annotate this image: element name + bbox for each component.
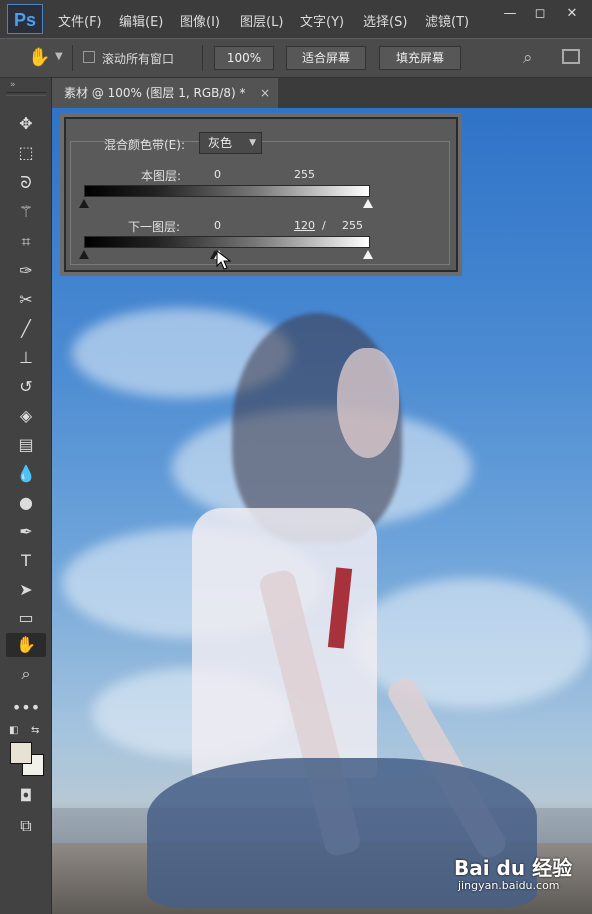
quick-mask-icon[interactable]: ◘ xyxy=(6,784,46,808)
tools-panel: » ✥ ⬚ ᘐ ⚚ ⌗ ✑ ✂ ╱ ⊥ ↺ ◈ ▤ 💧 ● ✒ T ➤ ▭ ✋ … xyxy=(0,78,52,914)
blend-if-channel-value: 灰色 xyxy=(208,136,233,150)
this-layer-black-value: 0 xyxy=(214,168,221,181)
underlying-white-value: 255 xyxy=(342,219,363,232)
underlying-layer-label: 下一图层: xyxy=(128,220,181,234)
close-window-button[interactable]: ✕ xyxy=(558,4,586,24)
gradient-icon[interactable]: ▤ xyxy=(6,433,46,457)
underlying-split-slash: / xyxy=(322,219,326,232)
expand-panel-icon[interactable]: » xyxy=(10,80,16,90)
lasso-icon[interactable]: ᘐ xyxy=(6,171,46,195)
more-tools-icon[interactable]: ••• xyxy=(6,698,46,717)
fit-screen-button[interactable]: 适合屏幕 xyxy=(286,46,366,70)
panel-grip[interactable] xyxy=(6,92,46,96)
chevron-down-icon[interactable]: ▼ xyxy=(55,51,63,62)
dodge-icon[interactable]: ● xyxy=(6,491,46,515)
move-icon[interactable]: ✥ xyxy=(6,112,46,136)
workspace-panel-icon[interactable] xyxy=(562,49,580,64)
separator xyxy=(72,45,73,71)
blend-if-channel-select[interactable]: 灰色 ▼ xyxy=(199,132,262,154)
separator xyxy=(202,45,203,71)
marquee-icon[interactable]: ⬚ xyxy=(6,141,46,165)
face-shape xyxy=(337,348,399,458)
hand-icon[interactable]: ✋ xyxy=(6,633,46,657)
menu-image[interactable]: 图像(I) xyxy=(180,11,220,30)
underlying-layer-gradient xyxy=(84,236,370,248)
magic-wand-icon[interactable]: ⚚ xyxy=(6,200,46,224)
this-layer-gradient xyxy=(84,185,370,197)
search-icon[interactable]: ⌕ xyxy=(523,48,533,68)
baidu-watermark-logo: Bai du 经验 xyxy=(454,856,573,880)
underlying-black-slider[interactable] xyxy=(79,250,89,259)
foreground-color-swatch[interactable] xyxy=(10,742,32,764)
underlying-split-value: 120 xyxy=(294,219,315,232)
swap-colors-icon[interactable]: ⇆ xyxy=(31,725,39,736)
document-tab-title: 素材 @ 100% (图层 1, RGB/8) * xyxy=(64,86,246,100)
blend-if-panel: 混合颜色带(E): 灰色 ▼ 本图层: 0 255 下一图层: 0 120 / … xyxy=(64,117,458,272)
rectangle-icon[interactable]: ▭ xyxy=(6,606,46,630)
type-icon[interactable]: T xyxy=(6,549,46,573)
eraser-icon[interactable]: ◈ xyxy=(6,404,46,428)
healing-icon[interactable]: ✂ xyxy=(6,288,46,312)
crop-icon[interactable]: ⌗ xyxy=(6,230,46,254)
screen-mode-icon[interactable]: ⧉ xyxy=(6,814,46,838)
path-select-icon[interactable]: ➤ xyxy=(6,578,46,602)
menu-filter[interactable]: 滤镜(T) xyxy=(425,11,469,30)
scroll-all-windows-label: 滚动所有窗口 xyxy=(102,52,175,66)
scroll-all-windows-checkbox[interactable] xyxy=(83,51,95,63)
this-layer-black-slider[interactable] xyxy=(79,199,89,208)
menu-layer[interactable]: 图层(L) xyxy=(240,11,283,30)
history-brush-icon[interactable]: ↺ xyxy=(6,375,46,399)
restore-button[interactable]: ◻ xyxy=(526,4,554,24)
minimize-button[interactable]: — xyxy=(496,4,524,24)
close-icon[interactable]: × xyxy=(260,78,270,108)
underlying-white-slider[interactable] xyxy=(363,250,373,259)
document-tab-bar: 素材 @ 100% (图层 1, RGB/8) * × xyxy=(52,78,592,108)
fill-screen-button[interactable]: 填充屏幕 xyxy=(379,46,461,70)
menu-type[interactable]: 文字(Y) xyxy=(300,11,344,30)
photoshop-logo: Ps xyxy=(7,4,43,34)
menu-select[interactable]: 选择(S) xyxy=(363,11,407,30)
brush-icon[interactable]: ╱ xyxy=(6,317,46,341)
pen-icon[interactable]: ✒ xyxy=(6,520,46,544)
this-layer-label: 本图层: xyxy=(141,169,182,183)
zoom-100-button[interactable]: 100% xyxy=(214,46,274,70)
blur-icon[interactable]: 💧 xyxy=(6,462,46,486)
document-tab[interactable]: 素材 @ 100% (图层 1, RGB/8) * × xyxy=(52,78,278,108)
stamp-icon[interactable]: ⊥ xyxy=(6,346,46,370)
hand-tool-preset-icon[interactable]: ✋ xyxy=(28,47,50,68)
eyedropper-icon[interactable]: ✑ xyxy=(6,259,46,283)
default-colors-icon[interactable]: ◧ xyxy=(9,725,18,736)
zoom-icon[interactable]: ⌕ xyxy=(6,662,46,686)
this-layer-white-slider[interactable] xyxy=(363,199,373,208)
watermark-url: jingyan.baidu.com xyxy=(458,879,560,892)
blend-if-label: 混合颜色带(E): xyxy=(104,138,185,152)
menu-file[interactable]: 文件(F) xyxy=(58,11,102,30)
underlying-black-value: 0 xyxy=(214,219,221,232)
chevron-down-icon: ▼ xyxy=(249,138,256,148)
this-layer-white-value: 255 xyxy=(294,168,315,181)
menu-bar: Ps 文件(F) 编辑(E) 图像(I) 图层(L) 文字(Y) 选择(S) 滤… xyxy=(0,0,592,38)
menu-edit[interactable]: 编辑(E) xyxy=(119,11,163,30)
mouse-cursor-icon xyxy=(216,250,232,270)
options-bar: ✋ ▼ 滚动所有窗口 100% 适合屏幕 填充屏幕 ⌕ xyxy=(0,38,592,78)
